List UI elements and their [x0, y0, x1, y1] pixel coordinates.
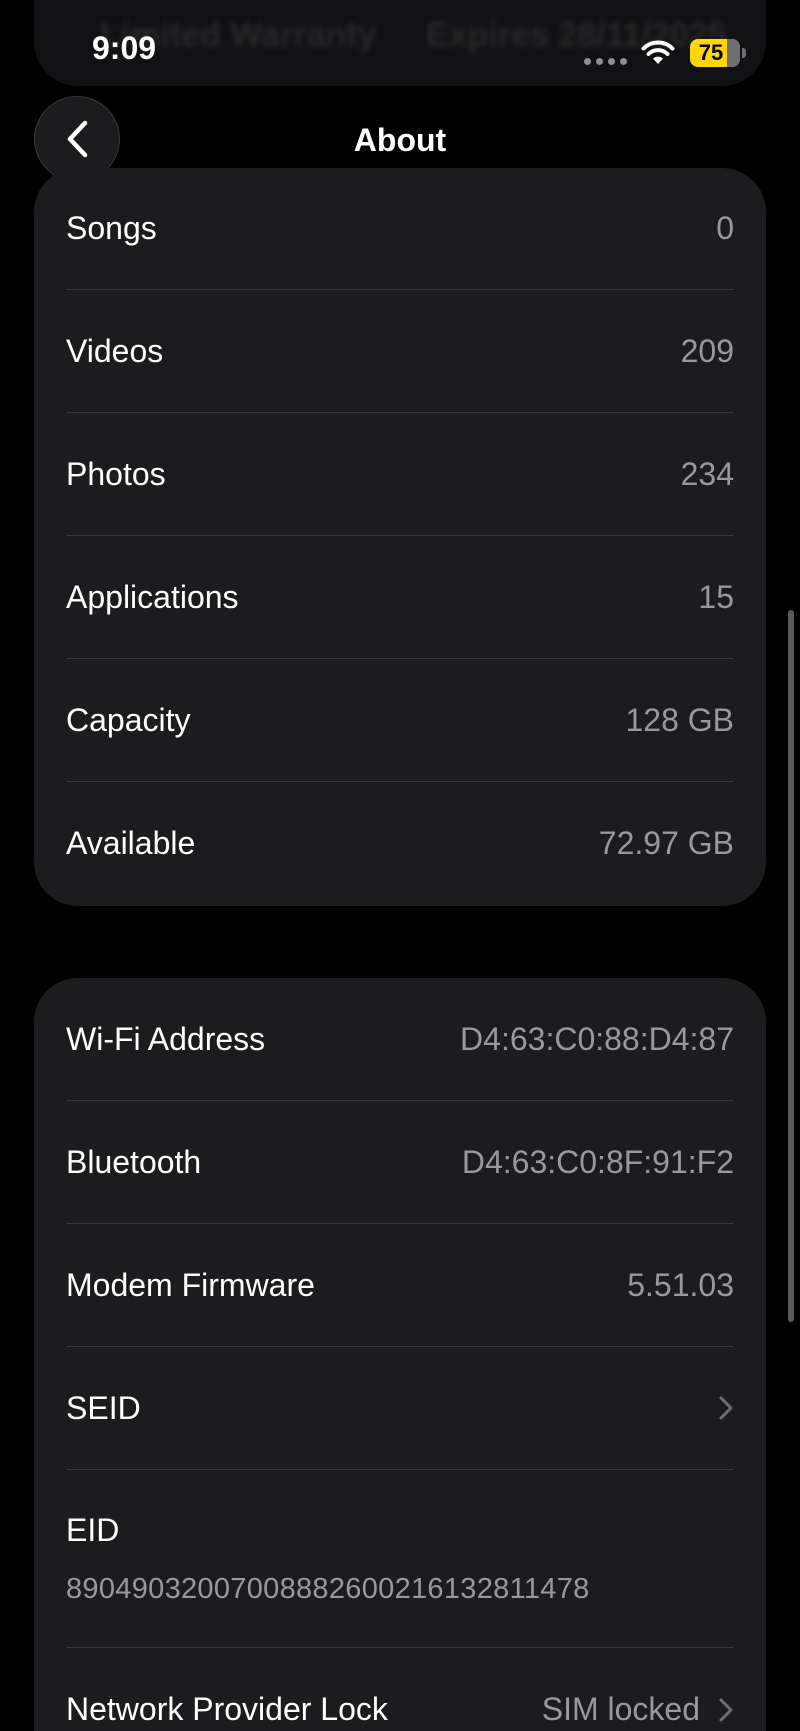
- row-label: Available: [66, 825, 196, 861]
- row-value-group: SIM locked: [542, 1691, 734, 1728]
- chevron-right-icon: [719, 1698, 733, 1721]
- row-value: 15: [698, 578, 734, 615]
- wifi-icon: [641, 40, 675, 64]
- row-value: SIM locked: [541, 1691, 700, 1727]
- cellular-signal-icon: [584, 58, 627, 65]
- row-value: D4:63:C0:8F:91:F2: [461, 1143, 734, 1180]
- row-label: SEID: [66, 1389, 141, 1426]
- row-value-group: [718, 1395, 734, 1421]
- status-bar: 9:09 75: [0, 0, 800, 100]
- row-applications: Applications 15: [66, 536, 734, 659]
- row-value: D4:63:C0:88:D4:87: [460, 1020, 734, 1057]
- battery-icon: 75: [690, 39, 740, 67]
- network-info-card: Wi-Fi Address D4:63:C0:88:D4:87 Bluetoot…: [34, 978, 766, 1731]
- row-label: Capacity: [66, 701, 191, 738]
- page-title: About: [353, 122, 447, 158]
- scroll-indicator[interactable]: [788, 610, 794, 1322]
- row-label: Wi-Fi Address: [66, 1020, 266, 1057]
- media-info-card: Songs 0 Videos 209 Photos 234 Applicatio…: [34, 168, 766, 906]
- row-value: 234: [680, 455, 734, 492]
- row-bluetooth[interactable]: Bluetooth D4:63:C0:8F:91:F2: [66, 1101, 734, 1224]
- row-label: Network Provider Lock: [66, 1691, 388, 1727]
- battery-level: 75: [698, 40, 724, 65]
- row-value: 0: [716, 210, 734, 246]
- row-songs: Songs 0: [66, 168, 734, 290]
- row-available: Available 72.97 GB: [66, 782, 734, 905]
- row-value: 209: [680, 332, 734, 369]
- row-label: Photos: [66, 455, 166, 492]
- row-videos: Videos 209: [66, 290, 734, 413]
- row-eid[interactable]: EID 89049032007008882600216132811478: [66, 1470, 734, 1648]
- row-label: Songs: [66, 210, 157, 246]
- row-value: 72.97 GB: [598, 825, 734, 861]
- row-label: Bluetooth: [66, 1143, 202, 1180]
- row-label: Videos: [66, 332, 164, 369]
- row-label: Modem Firmware: [66, 1266, 315, 1303]
- row-photos: Photos 234: [66, 413, 734, 536]
- status-time: 9:09: [92, 30, 157, 66]
- chevron-right-icon: [719, 1396, 733, 1420]
- row-wifi-address[interactable]: Wi-Fi Address D4:63:C0:88:D4:87: [66, 978, 734, 1101]
- row-value: 5.51.03: [627, 1266, 734, 1303]
- row-network-provider-lock[interactable]: Network Provider Lock SIM locked: [66, 1648, 734, 1731]
- battery-cap: [742, 48, 746, 58]
- row-label: Applications: [66, 578, 239, 615]
- row-label: EID: [66, 1511, 120, 1548]
- row-seid[interactable]: SEID: [66, 1347, 734, 1470]
- battery-empty-portion: [727, 39, 740, 67]
- row-modem-firmware[interactable]: Modem Firmware 5.51.03: [66, 1224, 734, 1347]
- row-value: 128 GB: [625, 701, 734, 738]
- row-value: 89049032007008882600216132811478: [66, 1572, 590, 1605]
- about-screen: Limited Warranty Expires 28/11/2025 9:09…: [0, 0, 800, 1731]
- row-capacity: Capacity 128 GB: [66, 659, 734, 782]
